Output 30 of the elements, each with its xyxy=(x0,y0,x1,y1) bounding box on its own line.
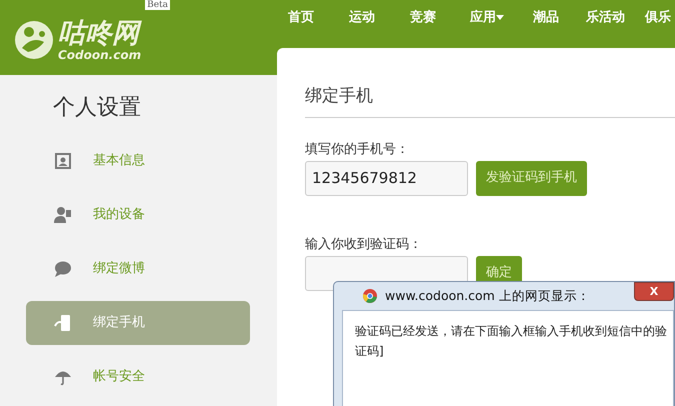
phone-icon xyxy=(54,314,72,332)
sidebar-item[interactable]: 绑定手机 xyxy=(26,301,250,345)
nav-link[interactable]: 潮品 xyxy=(533,8,559,28)
person-device-icon xyxy=(54,206,72,224)
nav-link[interactable]: 首页 xyxy=(288,8,314,28)
nav-link[interactable]: 俱乐 xyxy=(645,8,671,28)
sidebar-item[interactable]: 绑定微博 xyxy=(26,247,250,291)
sidebar-title: 个人设置 xyxy=(52,94,142,122)
logo-icon xyxy=(14,20,54,60)
beta-badge: Beta xyxy=(145,0,170,10)
nav-link[interactable]: 运动 xyxy=(349,8,375,28)
sidebar-item[interactable]: 帐号安全 xyxy=(26,355,250,399)
sidebar-item[interactable]: 我的设备 xyxy=(26,193,250,237)
sidebar-item[interactable]: 基本信息 xyxy=(26,139,250,183)
field-label: 输入你收到验证码： xyxy=(305,236,423,252)
nav-link[interactable]: 乐活动 xyxy=(586,8,625,28)
browser-icon xyxy=(363,289,377,303)
logo-domain: Codoon.com xyxy=(58,48,142,60)
speech-bubble-icon xyxy=(54,260,72,278)
logo-text: 咕咚网 xyxy=(58,18,142,48)
section-title: 绑定手机 xyxy=(305,84,675,118)
close-button[interactable]: X xyxy=(634,282,674,301)
profile-icon xyxy=(54,152,72,170)
input-field[interactable]: 12345679812 xyxy=(305,160,468,196)
submit-button[interactable]: 发验证码到手机 xyxy=(476,160,587,196)
field-label: 填写你的手机号： xyxy=(305,142,410,158)
dialog-message: 验证码已经发送，请在下面输入框输入手机收到短信中的验证码] xyxy=(355,323,668,360)
nav-link[interactable]: 应用 xyxy=(470,8,504,28)
caret-icon xyxy=(496,15,504,20)
nav-link[interactable]: 竞赛 xyxy=(410,8,436,28)
